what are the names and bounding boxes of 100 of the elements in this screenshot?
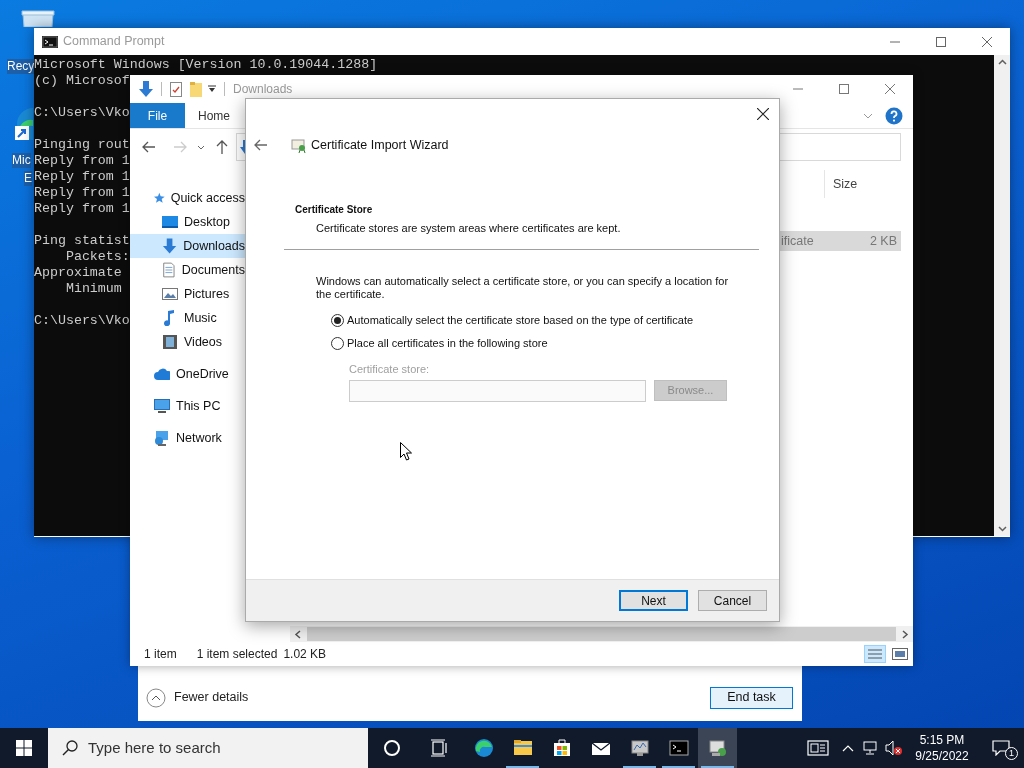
console-line: Reply from 1 [34, 153, 130, 169]
horizontal-scrollbar[interactable] [290, 626, 913, 642]
notification-icon [992, 740, 1010, 756]
status-text: 1 item [144, 646, 177, 663]
download-arrow-icon[interactable] [139, 81, 153, 97]
dropdown-icon[interactable] [208, 85, 216, 93]
end-task-button[interactable]: End task [710, 686, 793, 709]
taskbar-app[interactable] [698, 728, 737, 768]
nav-item[interactable]: Documents [130, 258, 245, 282]
scroll-down-icon[interactable] [997, 526, 1007, 532]
news-icon[interactable] [807, 740, 829, 756]
up-icon[interactable] [216, 140, 228, 154]
scrollbar[interactable] [994, 55, 1010, 536]
pc-icon [154, 398, 170, 414]
cancel-button[interactable]: Cancel [698, 590, 767, 611]
icon-label: E [24, 171, 32, 186]
certificate-manager-icon [707, 738, 728, 758]
console-line: Reply from 1 [34, 185, 130, 201]
download-icon [162, 238, 178, 254]
icon-label: Mic [12, 153, 31, 168]
ribbon-tab[interactable]: Home [185, 103, 243, 128]
search-icon [62, 740, 78, 756]
console-line: C:\Users\Vko [34, 313, 130, 329]
certificate-icon [291, 137, 307, 153]
expand-ribbon-icon[interactable] [863, 112, 873, 119]
store-icon [551, 738, 572, 758]
console-line: C:\Users\Vko [34, 105, 130, 121]
nav-item[interactable]: Pictures [130, 282, 245, 306]
radio-button[interactable] [331, 314, 344, 327]
help-icon[interactable] [885, 106, 903, 125]
clock[interactable]: 5:15 PM 9/25/2022 [906, 732, 978, 764]
scroll-up-icon[interactable] [997, 59, 1007, 65]
close-icon[interactable] [757, 108, 769, 120]
video-icon [162, 334, 178, 350]
recent-locations-icon[interactable] [197, 144, 205, 150]
console-line: Microsoft Windows [Version 10.0.19044.1288] [34, 57, 378, 72]
chevron-up-icon[interactable] [842, 744, 854, 752]
properties-icon[interactable] [170, 81, 182, 97]
edge-icon [473, 738, 494, 758]
file-name: ificate [781, 232, 814, 250]
collapse-icon [146, 687, 166, 708]
nav-item[interactable]: Desktop [130, 210, 245, 234]
large-icons-view-icon[interactable] [892, 647, 908, 661]
desktop-icon [162, 214, 178, 230]
network-icon[interactable] [863, 741, 879, 755]
status-text: 1 item selected [196, 646, 278, 663]
radio-button[interactable] [331, 337, 344, 350]
document-icon [162, 262, 176, 278]
field-label: Certificate store: [349, 362, 431, 377]
terminal-icon [42, 35, 58, 48]
next-button[interactable]: Next [619, 590, 688, 611]
back-icon[interactable] [142, 141, 156, 153]
nav-item[interactable]: Music [130, 306, 245, 330]
file-size: 2 KB [869, 232, 897, 250]
radio-option[interactable]: Automatically select the certificate store based on the type of certificate [331, 313, 779, 328]
scrollbar-thumb[interactable] [307, 627, 896, 641]
console-line: Reply from 1 [34, 169, 130, 185]
network-icon [154, 430, 170, 446]
clock-time: 5:15 PM [919, 732, 965, 748]
clock-date: 9/25/2022 [915, 748, 969, 764]
notification-count: 1 [1005, 747, 1018, 760]
console-line: Ping statist [34, 233, 130, 249]
console-line: Reply from 1 [34, 201, 130, 217]
nav-item[interactable]: Videos [130, 330, 245, 354]
intro-text: Windows can automatically select a certificate store, or you can specify a location for the certificate. [316, 275, 729, 301]
recycle-bin-icon[interactable] [20, 10, 56, 27]
status-text: 1.02 KB [283, 646, 328, 663]
nav-item[interactable]: This PC [130, 394, 245, 418]
file-menu-button[interactable]: File [130, 103, 185, 128]
performance-monitor-icon [629, 738, 650, 758]
pictures-icon [162, 286, 178, 302]
fewer-details-button[interactable]: Fewer details [146, 687, 249, 708]
console-line: Packets: [64, 249, 130, 265]
star-icon [154, 190, 165, 206]
nav-item[interactable]: Network [130, 426, 245, 450]
maximize-icon[interactable] [839, 84, 849, 94]
notifications-button[interactable]: 1 [978, 728, 1024, 768]
section-heading: Certificate Store [294, 203, 374, 217]
window-title: Downloads [233, 81, 294, 98]
dialog-title: Certificate Import Wizard [311, 136, 449, 154]
nav-item[interactable]: OneDrive [130, 362, 245, 386]
section-description: Certificate stores are system areas where certificates are kept. [315, 221, 622, 235]
maximize-icon[interactable] [936, 36, 946, 47]
window-title: Command Prompt [63, 33, 166, 51]
radio-option[interactable]: Place all certificates in the following store [331, 336, 779, 351]
task-view-icon [430, 738, 450, 758]
cloud-icon [154, 366, 170, 382]
column-header[interactable]: Size [824, 170, 901, 198]
back-icon[interactable] [254, 139, 268, 151]
volume-muted-icon[interactable] [885, 740, 903, 756]
mouse-pointer-icon [400, 442, 412, 461]
folder-icon [512, 738, 533, 758]
search-field[interactable]: Type here to search [48, 728, 368, 768]
console-line: Approximate [34, 265, 122, 281]
nav-item[interactable]: Quick access [130, 186, 245, 210]
windows-logo-icon [16, 740, 32, 756]
console-line: Minimum [64, 281, 122, 297]
nav-item[interactable]: Downloads [130, 234, 245, 258]
console-line: (c) Microsof [34, 73, 130, 89]
terminal-icon [668, 738, 689, 758]
